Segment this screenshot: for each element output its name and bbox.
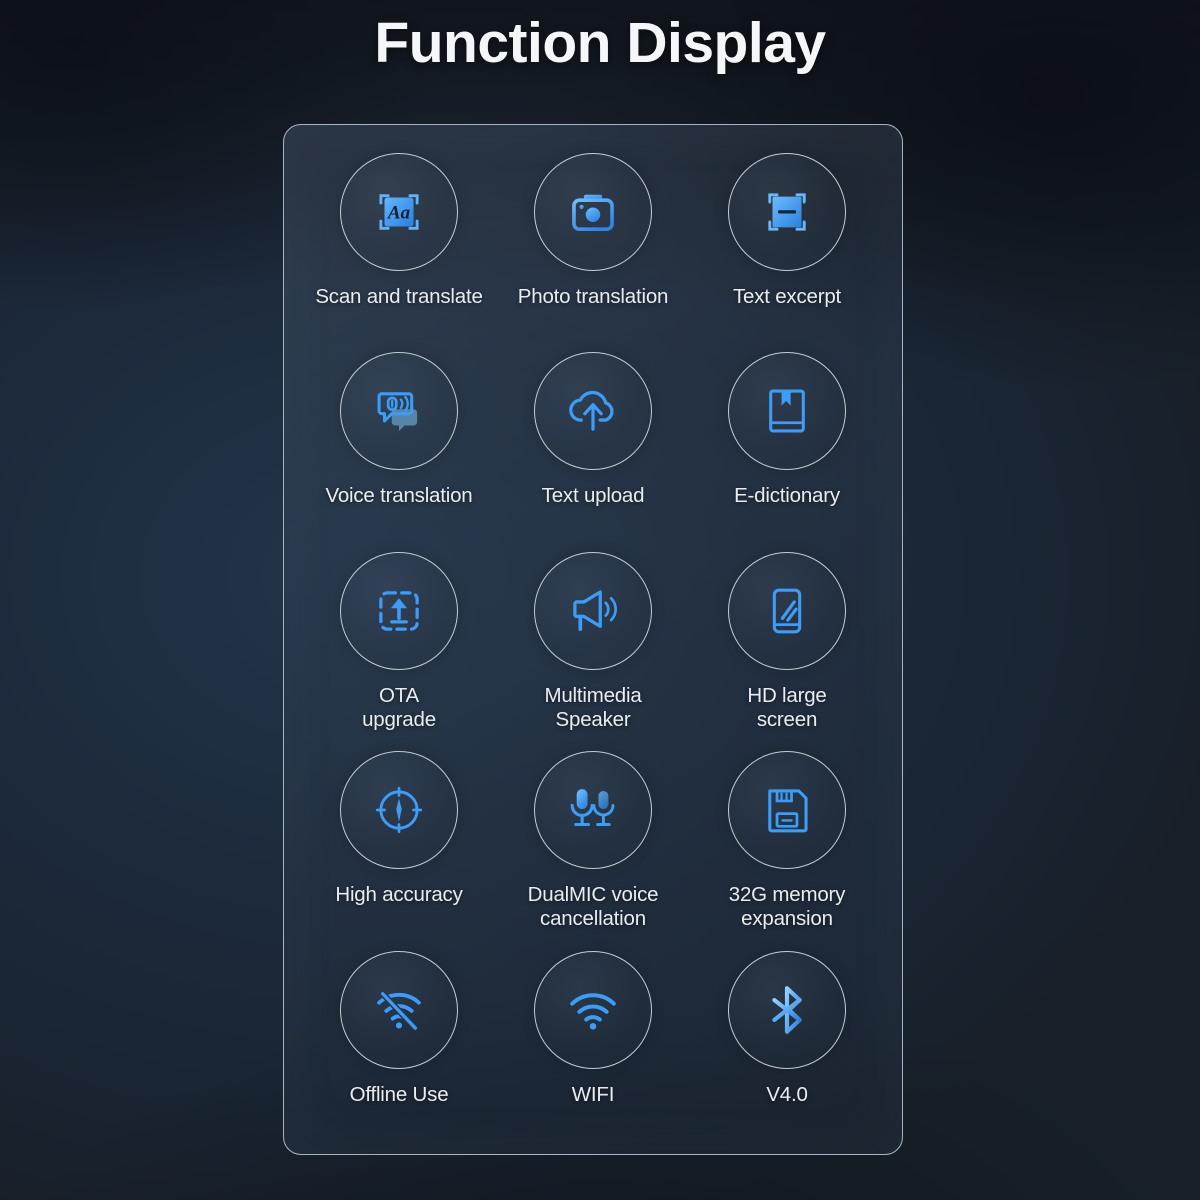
icon-circle[interactable]: [340, 352, 458, 471]
feature-label: WIFI: [571, 1082, 615, 1106]
feature-item-bluetooth-version[interactable]: V4.0: [690, 945, 884, 1144]
dashed-box-upload-icon: [370, 582, 428, 640]
cloud-upload-icon: [564, 382, 622, 440]
icon-circle[interactable]: [534, 153, 652, 271]
icon-circle[interactable]: [534, 352, 652, 471]
feature-item-voice-translation[interactable]: Voice translation: [302, 346, 496, 545]
icon-circle[interactable]: [728, 352, 846, 471]
feature-label: DualMIC voice cancellation: [527, 883, 659, 931]
icon-circle[interactable]: [728, 950, 846, 1069]
megaphone-icon: [564, 582, 622, 640]
feature-label: Text excerpt: [732, 285, 842, 308]
feature-label: Photo translation: [517, 285, 669, 308]
feature-item-photo-translation[interactable]: Photo translation: [496, 147, 690, 346]
feature-item-text-excerpt[interactable]: Text excerpt: [690, 147, 884, 346]
feature-item-wifi[interactable]: WIFI: [496, 945, 690, 1144]
feature-label: Multimedia Speaker: [544, 683, 642, 731]
feature-item-e-dictionary[interactable]: E-dictionary: [690, 346, 884, 545]
feature-item-offline-use[interactable]: Offline Use: [302, 945, 496, 1144]
bluetooth-icon: [758, 981, 816, 1039]
icon-circle[interactable]: [728, 751, 846, 870]
feature-panel: Aa Scan and translate Photo translation …: [283, 124, 903, 1155]
feature-item-multimedia-speaker[interactable]: Multimedia Speaker: [496, 546, 690, 745]
icon-circle[interactable]: [340, 751, 458, 870]
feature-label: High accuracy: [335, 883, 463, 907]
scan-text-aa-icon: Aa: [370, 183, 428, 241]
feature-item-hd-large-screen[interactable]: HD large screen: [690, 546, 884, 745]
wifi-off-icon: [370, 981, 428, 1039]
phone-screen-icon: [758, 582, 816, 640]
feature-item-text-upload[interactable]: Text upload: [496, 346, 690, 545]
wifi-icon: [564, 981, 622, 1039]
feature-label: HD large screen: [747, 683, 827, 731]
icon-circle[interactable]: [728, 551, 846, 670]
feature-label: Text upload: [541, 484, 645, 508]
icon-circle[interactable]: [340, 950, 458, 1069]
dual-microphone-icon: [564, 781, 622, 839]
camera-icon: [564, 183, 622, 241]
feature-item-dualmic-voice[interactable]: DualMIC voice cancellation: [496, 745, 690, 944]
feature-label: Offline Use: [349, 1082, 449, 1106]
feature-label: Voice translation: [325, 484, 473, 508]
icon-circle[interactable]: [534, 551, 652, 670]
crosshair-target-icon: [370, 781, 428, 839]
feature-label: Scan and translate: [315, 285, 483, 308]
icon-circle[interactable]: [340, 551, 458, 670]
scan-excerpt-icon: [758, 183, 816, 241]
feature-grid: Aa Scan and translate Photo translation …: [284, 125, 902, 1154]
book-bookmark-icon: [758, 382, 816, 440]
feature-item-scan-and-translate[interactable]: Aa Scan and translate: [302, 147, 496, 346]
feature-item-memory-expansion[interactable]: 32G memory expansion: [690, 745, 884, 944]
feature-label: 32G memory expansion: [728, 883, 846, 931]
speech-bubble-voice-icon: [370, 382, 428, 440]
floppy-disk-icon: [758, 781, 816, 839]
feature-label: V4.0: [766, 1082, 808, 1106]
feature-item-ota-upgrade[interactable]: OTA upgrade: [302, 546, 496, 745]
feature-item-high-accuracy[interactable]: High accuracy: [302, 745, 496, 944]
icon-circle[interactable]: [534, 751, 652, 870]
svg-text:Aa: Aa: [387, 202, 411, 223]
feature-label: E-dictionary: [734, 484, 840, 508]
icon-circle[interactable]: [728, 153, 846, 271]
icon-circle[interactable]: [534, 950, 652, 1069]
icon-circle[interactable]: Aa: [340, 153, 458, 271]
page-title: Function Display: [374, 11, 826, 75]
feature-label: OTA upgrade: [362, 683, 436, 731]
